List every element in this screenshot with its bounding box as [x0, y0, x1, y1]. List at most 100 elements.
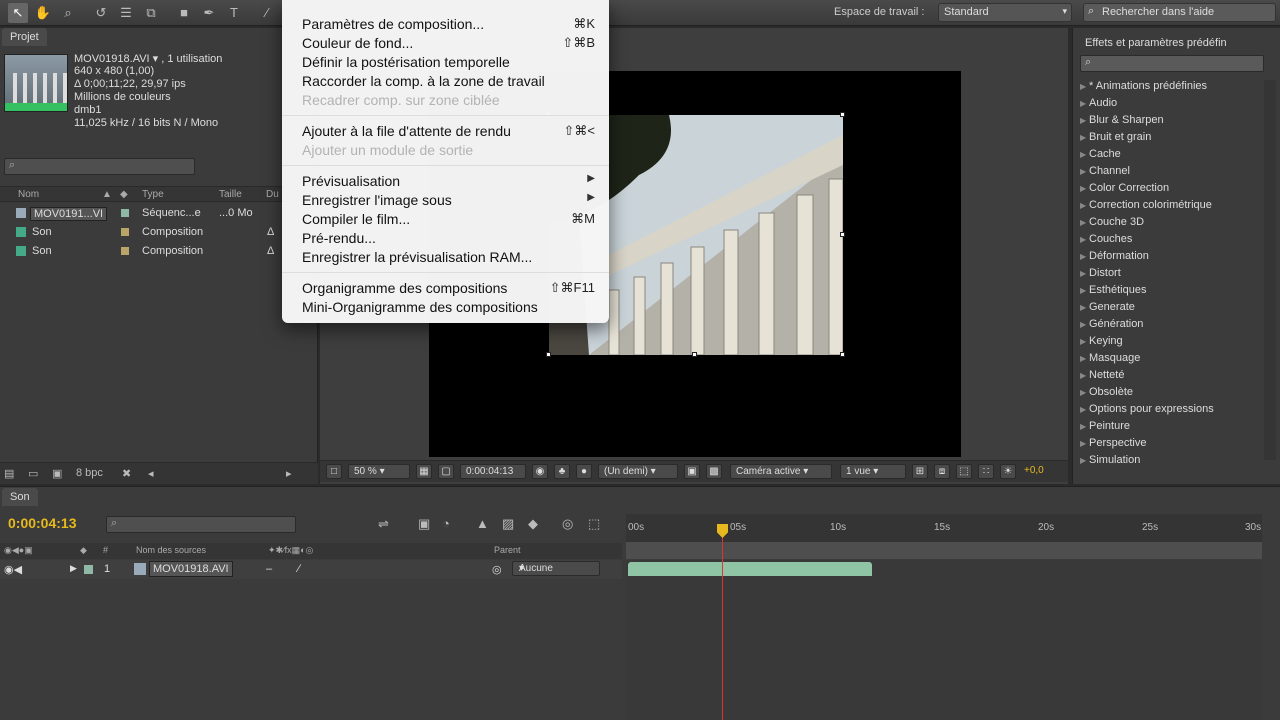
- brush-tool-icon[interactable]: ∕: [257, 3, 277, 23]
- effects-category[interactable]: ▶ Bruit et grain: [1080, 131, 1151, 143]
- expand-arrow-icon[interactable]: ▶: [1080, 388, 1089, 397]
- effects-category[interactable]: ▶ Obsolète: [1080, 386, 1133, 398]
- scroll-left-icon[interactable]: ◂: [148, 467, 154, 480]
- hide-shy-icon[interactable]: ◔: [442, 516, 450, 531]
- effects-search-input[interactable]: ⌕: [1080, 55, 1264, 72]
- column-size[interactable]: Taille: [219, 189, 242, 200]
- new-folder-icon[interactable]: ▭: [28, 467, 38, 480]
- frame-blending-icon[interactable]: ▲: [476, 516, 489, 531]
- column-source-name[interactable]: Nom des sources: [136, 545, 206, 555]
- expand-arrow-icon[interactable]: ▶: [1080, 133, 1089, 142]
- column-duration[interactable]: Du: [266, 189, 279, 200]
- menu-item[interactable]: Enregistrer la prévisualisation RAM...: [302, 249, 595, 268]
- interpret-footage-icon[interactable]: ▤: [4, 467, 14, 480]
- bpc-toggle[interactable]: 8 bpc: [76, 467, 103, 479]
- views-select[interactable]: 1 vue ▾: [840, 464, 906, 479]
- draft-3d-icon[interactable]: ▣: [418, 516, 430, 532]
- auto-keyframe-icon[interactable]: ⬚: [588, 516, 600, 532]
- transform-handle[interactable]: [692, 352, 697, 357]
- reset-exposure-icon[interactable]: ☀: [1000, 464, 1016, 479]
- effects-category[interactable]: ▶ Couche 3D: [1080, 216, 1144, 228]
- shape-tool-icon[interactable]: ■: [174, 3, 194, 23]
- project-item-row[interactable]: MOV0191...VI Séquenc...e ...0 Mo: [0, 204, 318, 223]
- menu-item[interactable]: Raccorder la comp. à la zone de travail: [302, 73, 595, 92]
- layer-visibility-icon[interactable]: ◉◀: [4, 563, 22, 576]
- grid-icon[interactable]: ▦: [416, 464, 432, 479]
- tab-project[interactable]: Projet: [2, 28, 47, 46]
- motion-blur-icon[interactable]: ▨: [502, 516, 514, 532]
- pick-whip-icon[interactable]: ◎: [492, 563, 502, 576]
- snapshot-icon[interactable]: ◉: [532, 464, 548, 479]
- effects-category[interactable]: ▶ Cache: [1080, 148, 1121, 160]
- text-tool-icon[interactable]: T: [224, 3, 244, 23]
- effects-category[interactable]: ▶ Peinture: [1080, 420, 1130, 432]
- pan-behind-tool-icon[interactable]: ⧉: [141, 3, 161, 23]
- exposure-value[interactable]: +0,0: [1024, 465, 1044, 476]
- brainstorm-icon[interactable]: ◆: [528, 516, 538, 532]
- transparency-grid-icon[interactable]: ▩: [706, 464, 722, 479]
- toggle-pixel-aspect-icon[interactable]: ⊞: [912, 464, 928, 479]
- transform-handle[interactable]: [840, 112, 845, 117]
- mask-visibility-icon[interactable]: ▢: [438, 464, 454, 479]
- effects-category[interactable]: ▶ Netteté: [1080, 369, 1124, 381]
- quality-switch-icon[interactable]: ∕: [298, 563, 300, 575]
- expand-arrow-icon[interactable]: ▶: [1080, 269, 1089, 278]
- expand-arrow-icon[interactable]: ▶: [1080, 82, 1089, 91]
- layer-duration-bar[interactable]: [628, 562, 872, 576]
- expand-arrow-icon[interactable]: ▶: [1080, 218, 1089, 227]
- expand-arrow-icon[interactable]: ▶: [1080, 235, 1089, 244]
- menu-item[interactable]: Paramètres de composition... ⌘K: [302, 16, 595, 35]
- menu-item[interactable]: Pré-rendu...: [302, 230, 595, 249]
- help-search-input[interactable]: ⌕ Rechercher dans l'aide: [1083, 3, 1276, 22]
- effects-category[interactable]: ▶ Génération: [1080, 318, 1143, 330]
- expand-arrow-icon[interactable]: ▶: [1080, 337, 1089, 346]
- fast-previews-icon[interactable]: ⧈: [934, 464, 950, 479]
- menu-item[interactable]: Ajouter à la file d'attente de rendu ⇧⌘<: [302, 123, 595, 142]
- effects-category[interactable]: ▶ Perspective: [1080, 437, 1146, 449]
- expand-arrow-icon[interactable]: ▶: [1080, 99, 1089, 108]
- expand-arrow-icon[interactable]: ▶: [1080, 439, 1089, 448]
- menu-item[interactable]: Enregistrer l'image sous ▶: [302, 192, 595, 211]
- camera-select[interactable]: Caméra active ▾: [730, 464, 832, 479]
- timeline-current-time[interactable]: 0:00:04:13: [8, 515, 77, 531]
- new-composition-icon[interactable]: ▣: [52, 467, 62, 480]
- effects-category[interactable]: ▶ Color Correction: [1080, 182, 1169, 194]
- project-search-input[interactable]: ⌕: [4, 158, 195, 175]
- transform-handle[interactable]: [546, 352, 551, 357]
- expand-arrow-icon[interactable]: ▶: [1080, 320, 1089, 329]
- expand-arrow-icon[interactable]: ▶: [70, 563, 77, 574]
- graph-editor-icon[interactable]: ◎: [562, 516, 573, 532]
- workspace-select[interactable]: Standard ▾: [938, 3, 1072, 22]
- shy-switch-icon[interactable]: ‒: [266, 563, 272, 575]
- expand-arrow-icon[interactable]: ▶: [1080, 303, 1089, 312]
- expand-arrow-icon[interactable]: ▶: [1080, 184, 1089, 193]
- effects-category[interactable]: ▶ Distort: [1080, 267, 1121, 279]
- resolution-select[interactable]: (Un demi) ▾: [598, 464, 678, 479]
- effects-category[interactable]: ▶ Keying: [1080, 335, 1123, 347]
- effects-category[interactable]: ▶ Esthétiques: [1080, 284, 1146, 296]
- camera-tool-icon[interactable]: ☰: [116, 3, 136, 23]
- transform-handle[interactable]: [840, 232, 845, 237]
- expand-arrow-icon[interactable]: ▶: [1080, 422, 1089, 431]
- layer-name[interactable]: MOV01918.AVI: [149, 561, 233, 577]
- expand-arrow-icon[interactable]: ▶: [1080, 150, 1089, 159]
- scroll-right-icon[interactable]: ▸: [286, 467, 292, 480]
- expand-arrow-icon[interactable]: ▶: [1080, 354, 1089, 363]
- timeline-layer-row[interactable]: ◉◀ ▶ 1 MOV01918.AVI ‒ ∕ ◎ Aucune ▾: [0, 560, 622, 579]
- channel-icon[interactable]: ●: [576, 464, 592, 479]
- selection-tool-icon[interactable]: ↖: [8, 3, 28, 23]
- menu-item[interactable]: Organigramme des compositions ⇧⌘F11: [302, 280, 595, 299]
- effects-category[interactable]: ▶ Masquage: [1080, 352, 1140, 364]
- effects-category[interactable]: ▶ Correction colorimétrique: [1080, 199, 1212, 211]
- rotate-tool-icon[interactable]: ↺: [91, 3, 111, 23]
- timeline-search-input[interactable]: ⌕: [106, 516, 296, 533]
- menu-item[interactable]: Compiler le film... ⌘M: [302, 211, 595, 230]
- transform-handle[interactable]: [840, 352, 845, 357]
- parent-select[interactable]: Aucune ▾: [512, 561, 600, 576]
- trash-icon[interactable]: ✖: [122, 467, 131, 480]
- expand-arrow-icon[interactable]: ▶: [1080, 252, 1089, 261]
- effects-category[interactable]: ▶ Couches: [1080, 233, 1132, 245]
- tab-timeline-son[interactable]: Son: [2, 488, 38, 506]
- column-type[interactable]: Type: [142, 189, 164, 200]
- project-item-row[interactable]: Son Composition Δ: [0, 223, 318, 242]
